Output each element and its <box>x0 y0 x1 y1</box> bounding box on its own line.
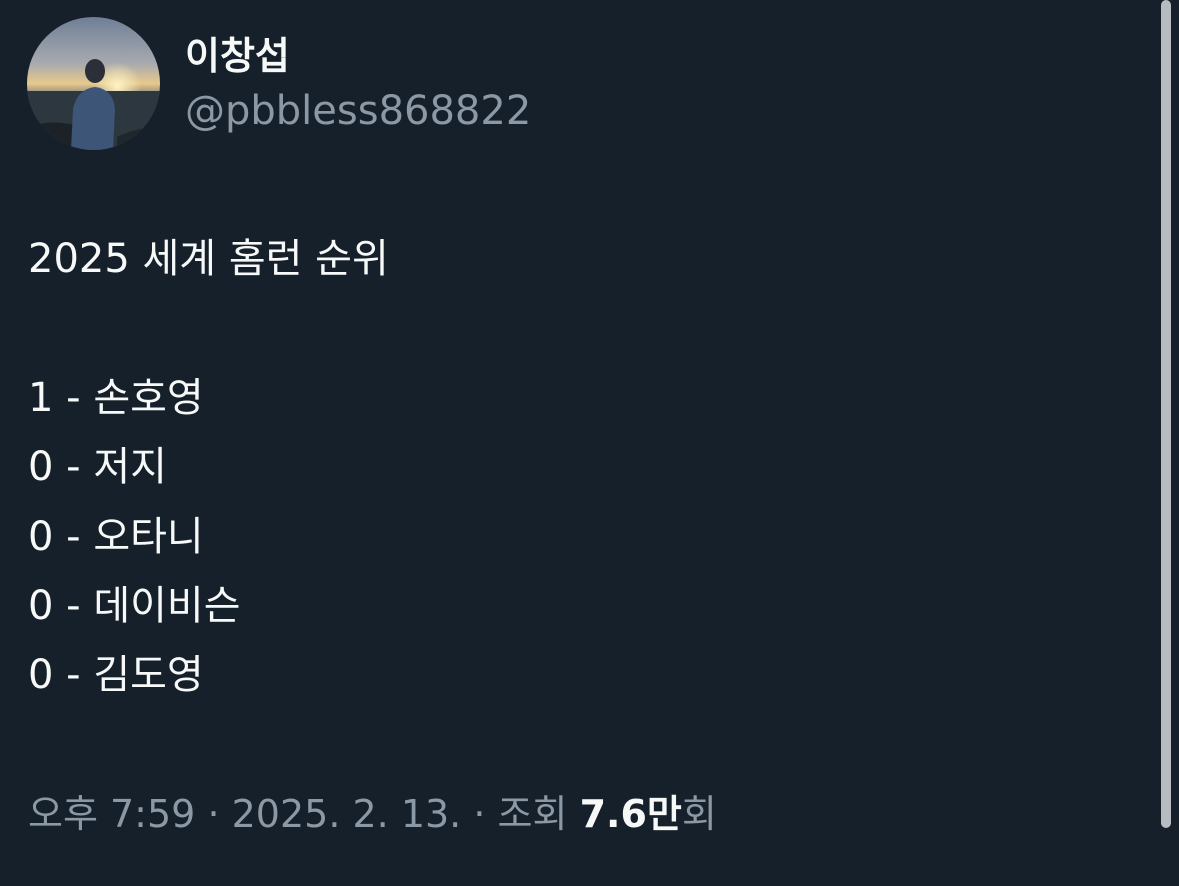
ranking-line-3: 0 - 오타니 <box>28 514 204 560</box>
avatar[interactable] <box>27 17 160 150</box>
views-count: 7.6만 <box>579 792 682 836</box>
ranking-line-4: 0 - 데이비슨 <box>28 583 241 629</box>
tweet-meta: 오후 7:59 · 2025. 2. 13. · 조회 7.6만회 <box>28 789 717 839</box>
meta-separator: · <box>207 792 220 836</box>
user-handle[interactable]: @pbbless868822 <box>185 86 531 136</box>
meta-separator: · <box>473 792 486 836</box>
tweet-title-line: 2025 세계 홈런 순위 <box>28 236 389 282</box>
tweet-date[interactable]: 2025. 2. 13. <box>232 792 462 836</box>
ranking-line-1: 1 - 손호영 <box>28 375 204 421</box>
tweet-time[interactable]: 오후 7:59 <box>28 792 195 836</box>
views-suffix: 회 <box>681 792 717 836</box>
tweet-detail: 이창섭 @pbbless868822 2025 세계 홈런 순위 1 - 손호영… <box>0 0 1179 886</box>
display-name[interactable]: 이창섭 <box>185 32 290 80</box>
views-label: 조회 <box>497 792 568 836</box>
avatar-image <box>27 17 160 150</box>
ranking-line-2: 0 - 저지 <box>28 444 167 490</box>
scrollbar[interactable] <box>1161 0 1171 828</box>
ranking-line-5: 0 - 김도영 <box>28 652 204 698</box>
